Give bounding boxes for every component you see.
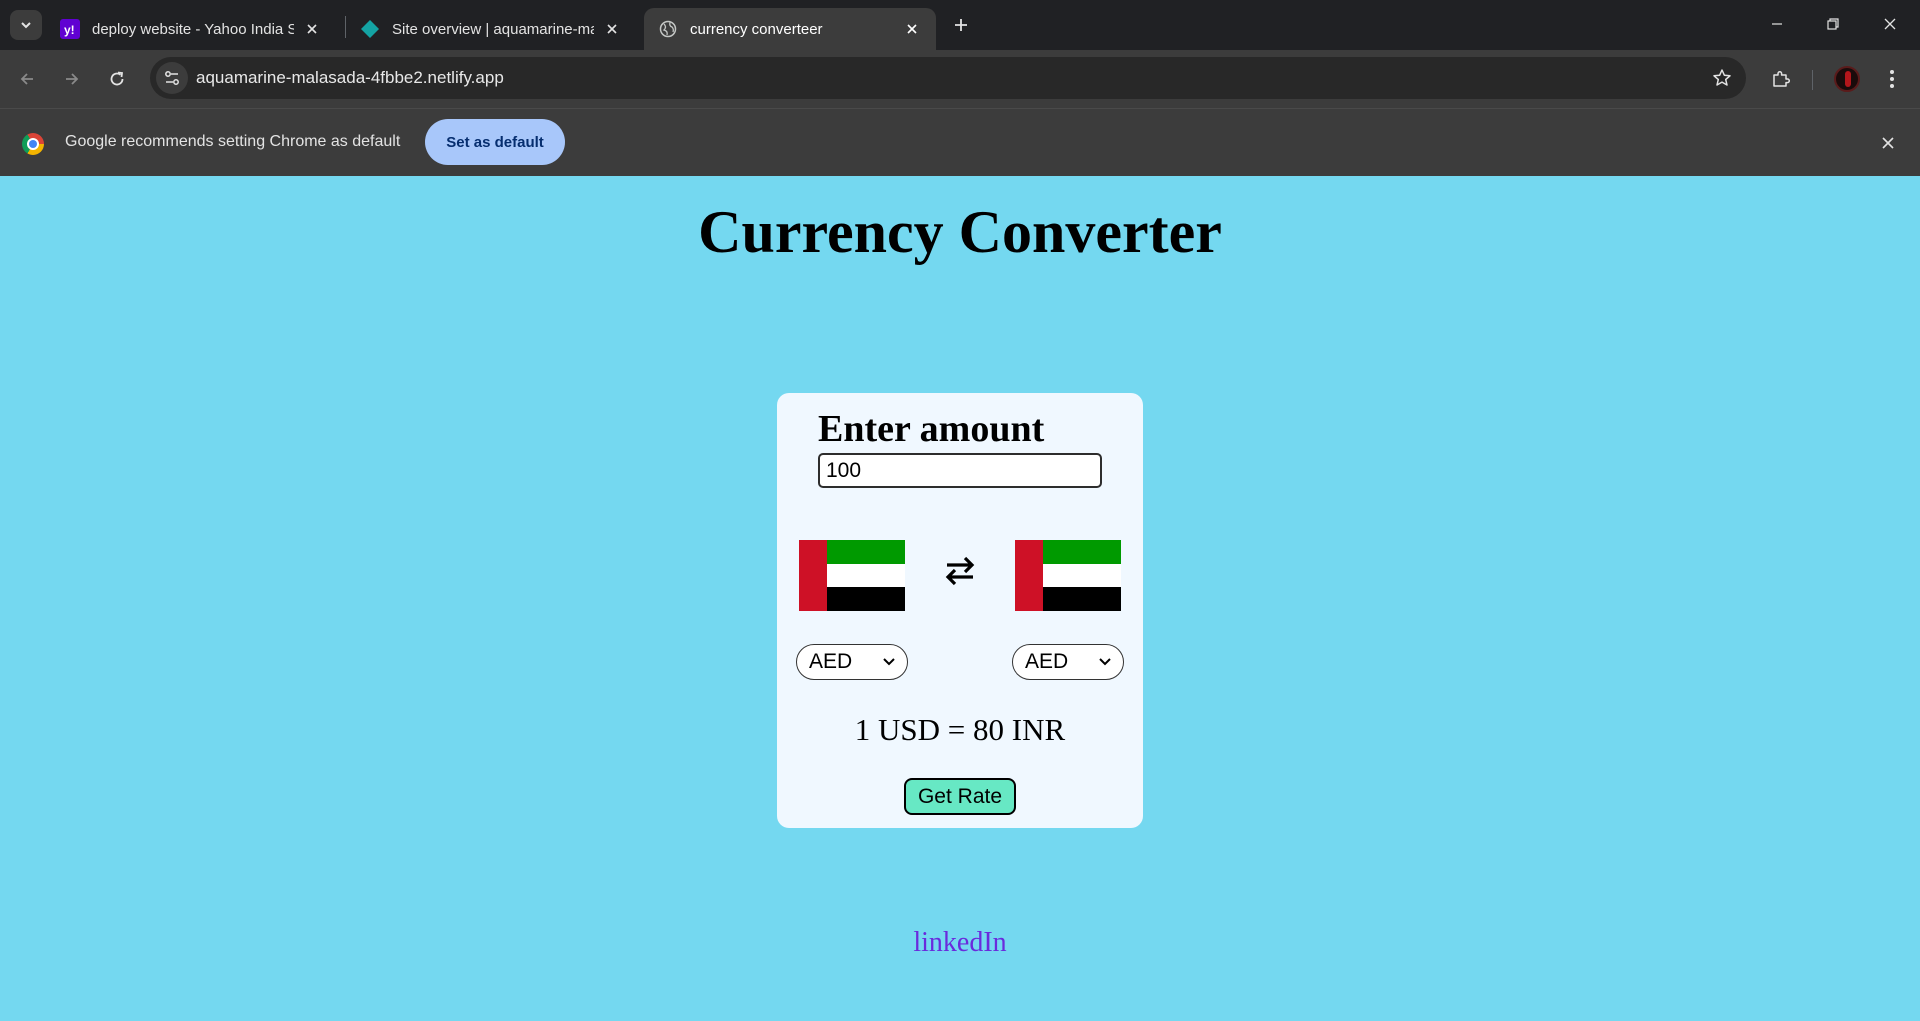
close-icon: [1882, 137, 1894, 149]
bookmark-button[interactable]: [1710, 66, 1734, 90]
tab-title: deploy website - Yahoo India Search: [92, 20, 294, 38]
toolbar-divider: [1812, 70, 1813, 90]
swap-arrows-icon[interactable]: [942, 550, 978, 592]
url-text: aquamarine-malasada-4fbbe2.netlify.app: [196, 68, 504, 87]
close-icon[interactable]: [302, 19, 322, 39]
close-icon[interactable]: [902, 19, 922, 39]
from-flag-image: [799, 540, 905, 611]
plus-icon: [955, 19, 967, 31]
infobar-close-button[interactable]: [1876, 131, 1900, 155]
tab-currency-converter[interactable]: currency converteer: [644, 8, 936, 50]
globe-icon: [658, 19, 678, 39]
address-bar[interactable]: aquamarine-malasada-4fbbe2.netlify.app: [150, 57, 1746, 99]
tab-netlify-overview[interactable]: Site overview | aquamarine-malasada: [346, 8, 636, 50]
chrome-logo-icon: [22, 133, 44, 155]
yahoo-icon: y!: [60, 19, 80, 39]
tab-search-button[interactable]: [10, 10, 42, 40]
minimize-icon: [1772, 23, 1782, 25]
reload-icon: [110, 71, 124, 86]
chevron-down-icon: [1099, 658, 1111, 666]
amount-label: Enter amount: [818, 408, 1045, 450]
tab-title: Site overview | aquamarine-malasada: [392, 20, 594, 38]
to-currency-value: AED: [1025, 650, 1069, 673]
to-currency-select[interactable]: AED: [1012, 644, 1124, 680]
restore-icon: [1827, 18, 1839, 30]
converter-card: Enter amount AED AED 1 USD = 80 INR Get …: [777, 393, 1143, 828]
close-icon[interactable]: [602, 19, 622, 39]
extensions-button[interactable]: [1764, 62, 1798, 96]
linkedin-link[interactable]: linkedIn: [0, 927, 1920, 959]
back-button[interactable]: [10, 62, 44, 96]
more-vertical-icon: [1890, 70, 1894, 88]
close-icon: [1884, 18, 1896, 30]
minimize-button[interactable]: [1757, 10, 1797, 38]
svg-text:y!: y!: [64, 23, 75, 37]
arrow-right-icon: [66, 73, 79, 85]
set-as-default-button[interactable]: Set as default: [425, 119, 565, 165]
puzzle-icon: [1773, 70, 1791, 87]
to-flag-image: [1015, 540, 1121, 611]
get-rate-button[interactable]: Get Rate: [904, 778, 1016, 815]
amount-input[interactable]: [818, 453, 1102, 488]
site-info-button[interactable]: [156, 62, 188, 94]
tune-icon: [165, 71, 179, 85]
from-currency-select[interactable]: AED: [796, 644, 908, 680]
forward-button[interactable]: [55, 62, 89, 96]
exchange-rate-text: 1 USD = 80 INR: [854, 712, 1066, 747]
page-title: Currency Converter: [698, 199, 1222, 265]
infobar-message: Google recommends setting Chrome as defa…: [65, 133, 401, 150]
star-icon: [1713, 69, 1731, 86]
linkedin-link-text[interactable]: linkedIn: [913, 927, 1006, 958]
arrow-left-icon: [20, 73, 33, 85]
chevron-down-icon: [883, 658, 895, 666]
tab-yahoo-search[interactable]: y! deploy website - Yahoo India Search: [46, 8, 336, 50]
tab-strip: y! deploy website - Yahoo India Search S…: [0, 0, 1920, 50]
window-close-button[interactable]: [1870, 10, 1910, 38]
netlify-icon: [360, 19, 380, 39]
default-browser-infobar: Google recommends setting Chrome as defa…: [0, 108, 1920, 176]
from-currency-value: AED: [809, 650, 853, 673]
new-tab-button[interactable]: [948, 12, 974, 38]
browser-toolbar: aquamarine-malasada-4fbbe2.netlify.app: [0, 50, 1920, 108]
reload-button[interactable]: [100, 62, 134, 96]
chevron-down-icon: [21, 22, 31, 29]
restore-button[interactable]: [1813, 10, 1853, 38]
tab-title: currency converteer: [690, 20, 823, 38]
chrome-menu-button[interactable]: [1875, 62, 1909, 96]
profile-avatar[interactable]: [1834, 66, 1860, 92]
